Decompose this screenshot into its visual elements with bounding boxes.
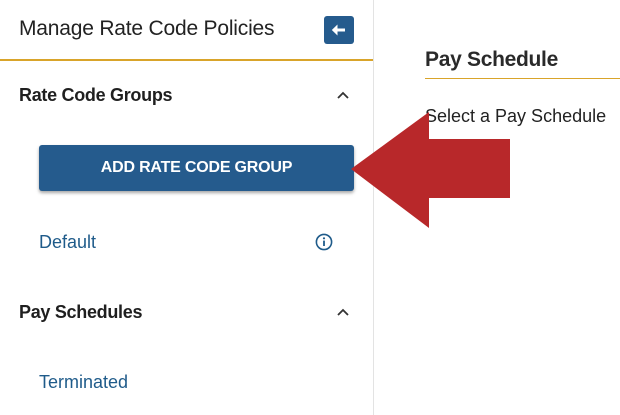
chevron-up-icon <box>337 91 349 99</box>
section-header-pay-schedules[interactable]: Pay Schedules <box>0 297 373 329</box>
sidebar-header: Manage Rate Code Policies <box>0 0 373 61</box>
sidebar-item-terminated[interactable]: Terminated <box>39 372 128 393</box>
sidebar-title: Manage Rate Code Policies <box>19 17 275 40</box>
section-title-rate-code-groups: Rate Code Groups <box>19 85 173 105</box>
sidebar-item-default[interactable]: Default <box>39 232 96 253</box>
section-header-rate-code-groups[interactable]: Rate Code Groups <box>0 80 373 112</box>
section-title-pay-schedules: Pay Schedules <box>19 302 143 322</box>
arrow-left-icon <box>331 24 345 36</box>
info-icon[interactable] <box>315 233 333 251</box>
page-title: Pay Schedule <box>425 48 558 71</box>
chevron-up-icon <box>337 308 349 316</box>
annotation-arrow-icon <box>351 112 510 228</box>
collapse-sidebar-button[interactable] <box>324 16 354 44</box>
add-rate-code-group-button[interactable]: ADD RATE CODE GROUP <box>39 145 354 191</box>
title-divider <box>425 78 620 79</box>
sidebar: Manage Rate Code Policies Rate Code Grou… <box>0 0 374 415</box>
